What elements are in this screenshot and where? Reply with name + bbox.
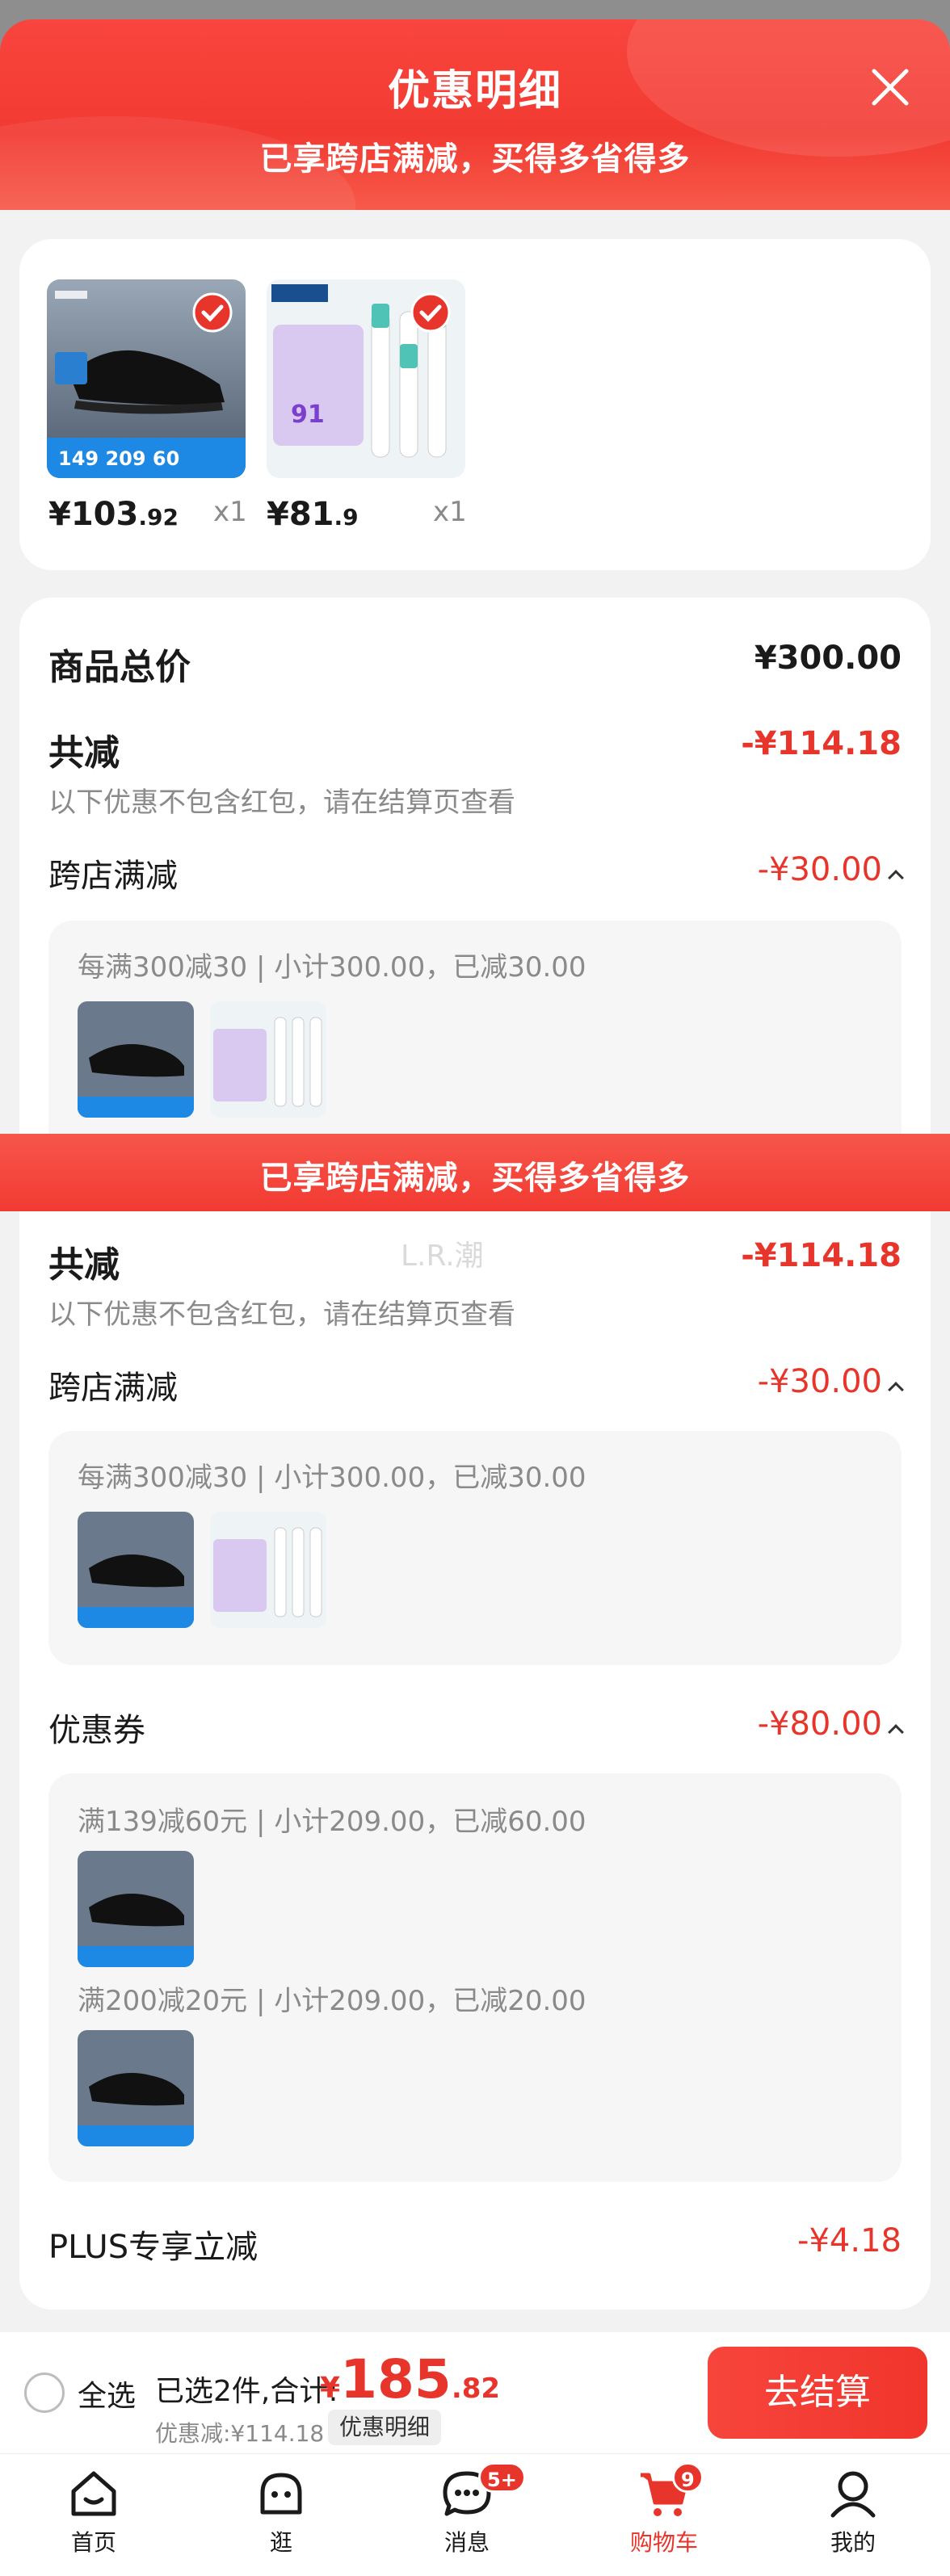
sticky-banner: 已享跨店满减，买得多省得多 [0, 1134, 950, 1211]
cross-store-rule: 每满300减30 | 小计300.00，已减30.00 [78, 951, 586, 984]
chevron-up-icon [888, 870, 904, 886]
checkout-bar: 全选 已选2件,合计: ¥185.82 优惠减:¥114.18 优惠明细 去结算 [0, 2332, 950, 2453]
mini-thumbnail-toothbrush [210, 1001, 326, 1118]
mini-thumbnail-toothbrush [210, 1512, 326, 1628]
discount-detail-button[interactable]: 优惠明细 [328, 2410, 442, 2445]
coupon-rule-1: 满139减60元 | 小计209.00，已减60.00 [78, 1806, 586, 1838]
cross-store-box: 每满300减30 | 小计300.00，已减30.00 [48, 921, 902, 1155]
product-thumbnail-shoe[interactable]: 149 209 60 [47, 279, 246, 478]
cross-store-label: 跨店满减 [48, 858, 178, 895]
bottom-nav: 首页 逛 5+ 消息 9 购物车 我的 [0, 2453, 950, 2576]
nav-home[interactable]: 首页 [37, 2465, 150, 2570]
coupon-box: 满139减60元 | 小计209.00，已减60.00 满200减20元 | 小… [48, 1773, 902, 2182]
coupon-label: 优惠券 [48, 1712, 145, 1749]
cross-store-value[interactable]: -¥30.00 [758, 1363, 904, 1400]
user-icon [830, 2471, 876, 2518]
reduce-hint: 以下优惠不包含红包，请在结算页查看 [48, 787, 515, 819]
total-price-label: 商品总价 [48, 647, 191, 688]
checkmark-icon [410, 292, 451, 333]
mini-thumbnail-shoe [78, 1851, 194, 1967]
product-price: ¥103.92 [48, 496, 179, 533]
nav-messages[interactable]: 5+ 消息 [410, 2462, 526, 2570]
product-price: ¥81.9 [267, 496, 359, 533]
checkout-button[interactable]: 去结算 [708, 2347, 927, 2439]
close-icon[interactable] [866, 63, 914, 111]
selected-count: 已选2件,合计: [155, 2375, 338, 2408]
nav-cart[interactable]: 9 购物车 [607, 2462, 721, 2570]
checkmark-icon [192, 292, 233, 333]
discount-detail-continued: 共减 -¥114.18 以下优惠不包含红包，请在结算页查看 跨店满减 -¥30.… [19, 1211, 931, 2310]
product-qty: x1 [213, 496, 247, 528]
chevron-up-icon [888, 1724, 904, 1740]
sheet-title: 优惠明细 [387, 67, 562, 115]
select-all-radio[interactable] [24, 2373, 65, 2413]
product-thumbnail-toothbrush[interactable]: 91 [267, 279, 465, 478]
select-all-label[interactable]: 全选 [78, 2373, 136, 2414]
total-reduce-value: -¥114.18 [741, 725, 902, 762]
sheet-subtitle: 已享跨店满减，买得多省得多 [259, 141, 691, 178]
cross-store-value[interactable]: -¥30.00 [758, 851, 904, 888]
plus-discount-label: PLUS专享立减 [48, 2229, 259, 2266]
chevron-up-icon [888, 1382, 904, 1398]
total-amount: ¥185.82 [320, 2348, 501, 2410]
sheet-header: 优惠明细 已享跨店满减，买得多省得多 [0, 19, 950, 210]
cross-store-box: 每满300减30 | 小计300.00，已减30.00 [48, 1431, 902, 1665]
reduce-hint: 以下优惠不包含红包，请在结算页查看 [48, 1298, 515, 1331]
watermark: L.R.潮 [401, 1240, 484, 1273]
product-qty: x1 [433, 496, 467, 528]
cross-store-label: 跨店满减 [48, 1370, 178, 1407]
coupon-rule-2: 满200减20元 | 小计209.00，已减20.00 [78, 1985, 586, 2017]
browse-icon [260, 2473, 302, 2515]
products-card: 149 209 60 ¥103.92 x1 91 ¥81.9 x1 [19, 239, 931, 570]
total-reduce-label: 共减 [48, 732, 120, 774]
plus-discount-value: -¥4.18 [797, 2222, 902, 2259]
cross-store-rule: 每满300减30 | 小计300.00，已减30.00 [78, 1462, 586, 1494]
mini-thumbnail-shoe [78, 1512, 194, 1628]
nav-mine[interactable]: 我的 [797, 2465, 910, 2570]
cart-badge: 9 [672, 2462, 704, 2493]
total-reduce-label: 共减 [48, 1244, 120, 1286]
nav-browse[interactable]: 逛 [225, 2465, 338, 2570]
messages-badge: 5+ [478, 2462, 526, 2493]
coupon-value[interactable]: -¥80.00 [758, 1705, 904, 1743]
total-price-value: ¥300.00 [754, 640, 902, 677]
total-reduce-value: -¥114.18 [741, 1237, 902, 1274]
home-icon [71, 2471, 116, 2516]
discount-detail-page: 优惠明细 已享跨店满减，买得多省得多 149 209 60 ¥103.92 x1… [0, 0, 950, 2576]
mini-thumbnail-shoe [78, 1001, 194, 1118]
mini-thumbnail-shoe [78, 2030, 194, 2146]
discount-amount: 优惠减:¥114.18 [155, 2420, 325, 2447]
